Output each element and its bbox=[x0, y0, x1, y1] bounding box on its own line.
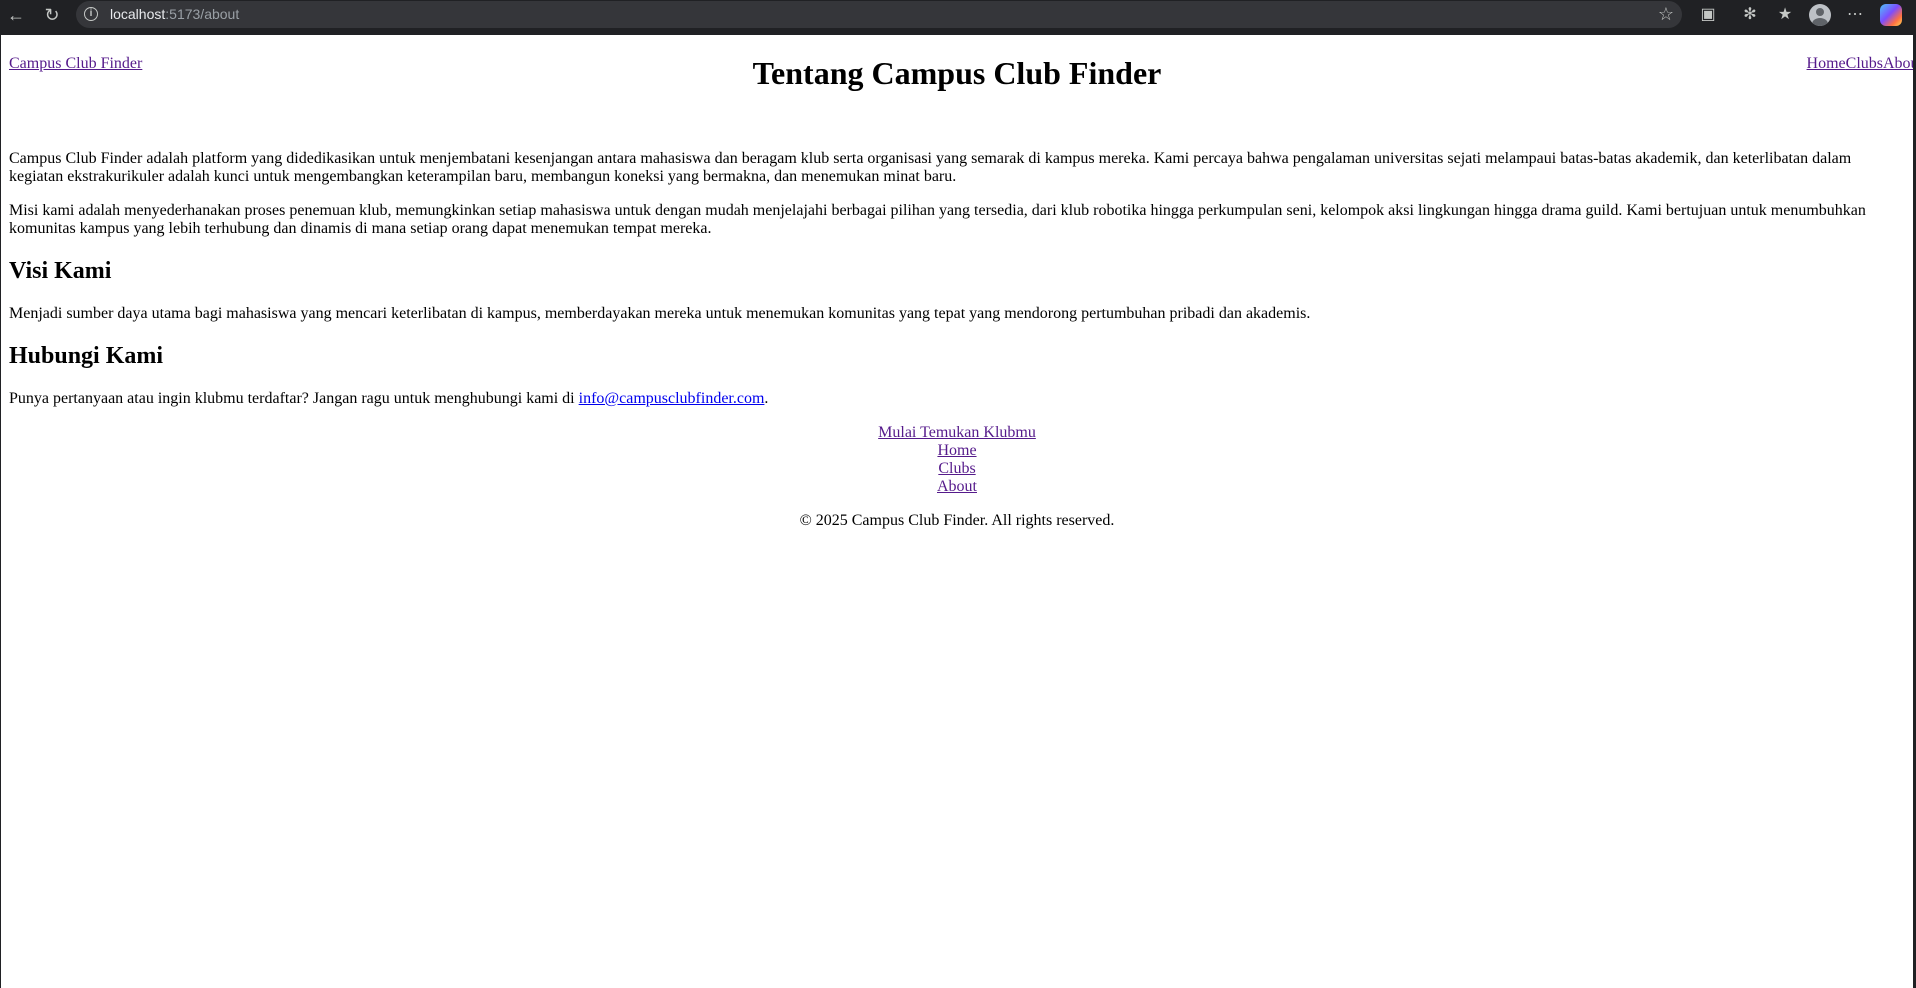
top-nav: HomeClubsAbout bbox=[1807, 55, 1913, 73]
browser-toolbar: ← ↻ i localhost:5173/about ☆ ▣ ✻ ★ ⋯ bbox=[0, 0, 1916, 30]
contact-heading: Hubungi Kami bbox=[9, 343, 164, 369]
cta-link[interactable]: Mulai Temukan Klubmu bbox=[1, 424, 1913, 442]
footer-about-link[interactable]: About bbox=[1, 478, 1913, 496]
nav-home-link[interactable]: Home bbox=[1807, 55, 1846, 72]
copyright-text: © 2025 Campus Club Finder. All rights re… bbox=[799, 512, 1115, 529]
intro-paragraph-2: Misi kami adalah menyederhanakan proses … bbox=[9, 202, 1866, 237]
contact-text: Punya pertanyaan atau ingin klubmu terda… bbox=[9, 390, 1905, 408]
info-icon[interactable]: i bbox=[84, 7, 98, 21]
page-title: Tentang Campus Club Finder bbox=[752, 55, 1162, 91]
contact-text-body: Punya pertanyaan atau ingin klubmu terda… bbox=[9, 390, 579, 407]
url-host: localhost bbox=[110, 6, 166, 22]
profile-icon[interactable] bbox=[1808, 3, 1832, 27]
vision-text: Menjadi sumber daya utama bagi mahasiswa… bbox=[9, 305, 1311, 322]
intro-paragraph-1: Campus Club Finder adalah platform yang … bbox=[9, 150, 1852, 185]
star-icon[interactable]: ☆ bbox=[1658, 4, 1674, 25]
site-footer: Mulai Temukan Klubmu Home Clubs About © … bbox=[1, 424, 1913, 530]
contact-text-end: . bbox=[764, 390, 769, 407]
back-icon[interactable]: ← bbox=[4, 3, 28, 27]
extensions-icon[interactable]: ▣ bbox=[1696, 3, 1720, 27]
site-header: Campus Club Finder Tentang Campus Club F… bbox=[1, 35, 1913, 91]
page-viewport: Campus Club Finder Tentang Campus Club F… bbox=[1, 35, 1913, 988]
vision-heading: Visi Kami bbox=[9, 258, 112, 284]
performance-icon[interactable]: ✻ bbox=[1738, 3, 1762, 27]
contact-email-link[interactable]: info@campusclubfinder.com bbox=[579, 390, 765, 407]
url-text[interactable]: localhost:5173/about bbox=[110, 6, 239, 22]
more-icon[interactable]: ⋯ bbox=[1843, 3, 1867, 27]
url-path: :5173/about bbox=[165, 6, 240, 22]
reload-icon[interactable]: ↻ bbox=[40, 3, 64, 27]
nav-clubs-link[interactable]: Clubs bbox=[1846, 55, 1883, 72]
favorites-icon[interactable]: ★ bbox=[1773, 3, 1797, 27]
footer-clubs-link[interactable]: Clubs bbox=[1, 460, 1913, 478]
nav-about-link[interactable]: About bbox=[1883, 55, 1913, 72]
footer-home-link[interactable]: Home bbox=[1, 442, 1913, 460]
copilot-icon[interactable] bbox=[1880, 4, 1902, 26]
main-content: Campus Club Finder adalah platform yang … bbox=[1, 150, 1913, 408]
address-bar[interactable]: i localhost:5173/about ☆ bbox=[76, 1, 1682, 28]
